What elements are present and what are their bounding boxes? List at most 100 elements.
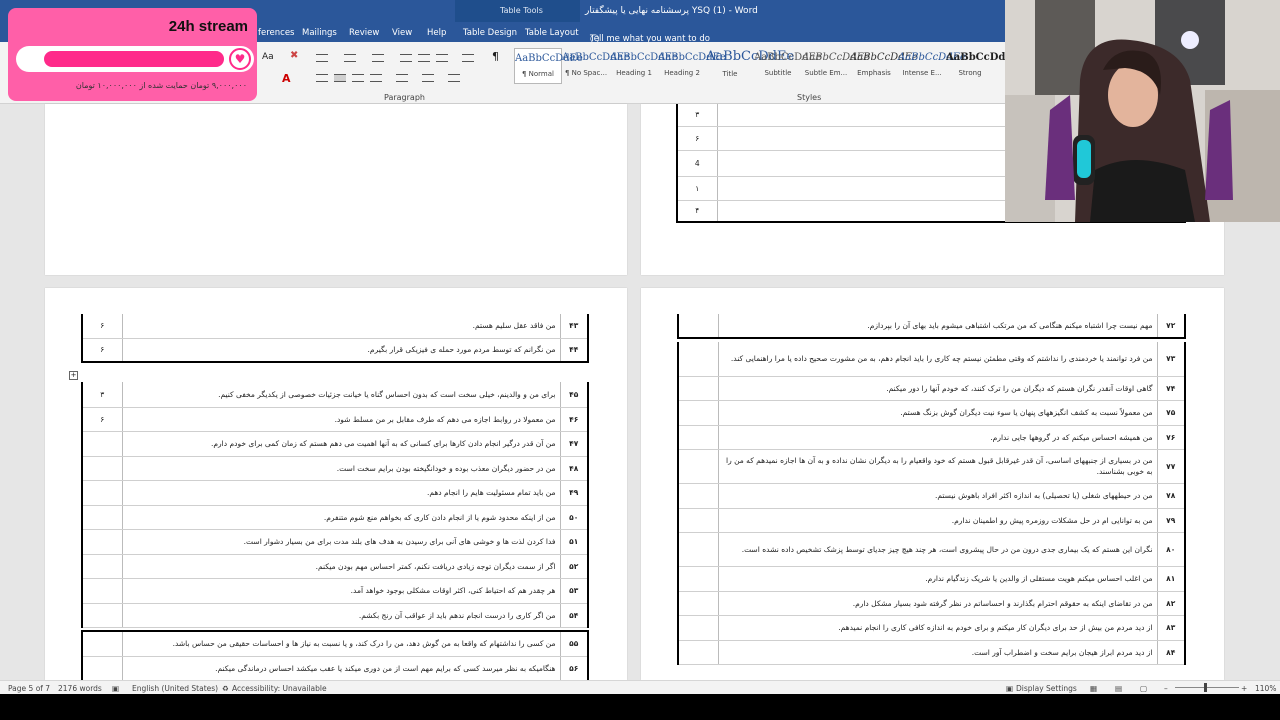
- decrease-indent-icon[interactable]: [400, 54, 412, 62]
- justify-icon[interactable]: [370, 74, 382, 82]
- question-number-cell[interactable]: ۴۶: [559, 407, 589, 432]
- answer-cell[interactable]: ۶: [81, 338, 123, 363]
- style-emphasis[interactable]: AaBbCcDdEe Emphasis: [850, 48, 918, 84]
- font-color-icon[interactable]: A: [282, 72, 291, 85]
- question-text-cell[interactable]: مهم نیست چرا اشتباه میکنم هنگامی که من م…: [718, 314, 1157, 339]
- bullets-icon[interactable]: [316, 54, 328, 62]
- answer-cell[interactable]: [81, 431, 123, 457]
- answer-cell[interactable]: ۳: [676, 104, 718, 127]
- zoom-level[interactable]: 110%: [1255, 684, 1276, 693]
- question-number-cell[interactable]: ۷۴: [1156, 376, 1186, 401]
- question-text-cell[interactable]: من از اینکه محدود شوم یا از انجام دادن ک…: [122, 505, 560, 530]
- borders-icon[interactable]: [448, 74, 460, 82]
- increase-indent-icon[interactable]: [418, 54, 430, 62]
- answer-cell[interactable]: [677, 400, 719, 426]
- style-normal[interactable]: AaBbCcDdEe ¶ Normal: [514, 48, 583, 84]
- question-number-cell[interactable]: ۷۳: [1156, 342, 1186, 377]
- answer-cell[interactable]: ۶: [81, 314, 123, 339]
- question-text-cell[interactable]: من به توانایی ام در حل مشکلات روزمره پیش…: [718, 508, 1157, 533]
- style-strong[interactable]: AaBbCcDdEe Strong: [946, 48, 1019, 84]
- question-text-cell[interactable]: از دید مردم من بیش از حد برای دیگران کار…: [718, 615, 1157, 641]
- question-text-cell[interactable]: نگران این هستم که یک بیماری جدی درون من …: [718, 532, 1157, 567]
- zoom-slider[interactable]: [1175, 687, 1239, 688]
- question-number-cell[interactable]: ۵۳: [559, 578, 589, 604]
- style-heading-1[interactable]: AaBbCcDdEe Heading 1: [610, 48, 678, 84]
- numbering-icon[interactable]: [344, 54, 356, 62]
- answer-cell[interactable]: [81, 529, 123, 555]
- answer-cell[interactable]: [677, 566, 719, 592]
- question-number-cell[interactable]: ۷۲: [1156, 314, 1186, 339]
- pilcrow-icon[interactable]: ¶: [492, 50, 499, 63]
- question-text-cell[interactable]: من کسی را نداشتهام که واقعا به من گوش ده…: [122, 631, 560, 657]
- answer-cell[interactable]: ۱: [676, 176, 718, 201]
- question-number-cell[interactable]: ۴۹: [559, 480, 589, 506]
- zoom-in-icon[interactable]: +: [1241, 684, 1247, 693]
- question-text-cell[interactable]: من در تقاضای اینکه به حقوقم احترام بگذار…: [718, 591, 1157, 616]
- page-count[interactable]: Page 5 of 7: [8, 684, 50, 693]
- question-text-cell[interactable]: من معمولا در روابط اجازه می دهم که طرف م…: [122, 407, 560, 432]
- answer-cell[interactable]: [677, 615, 719, 641]
- align-left-icon[interactable]: [316, 74, 328, 82]
- style-title[interactable]: AaBbCcDdEe Title: [706, 48, 794, 84]
- answer-cell[interactable]: [81, 603, 123, 628]
- question-text-cell[interactable]: فدا کردن لذت ها و خوشی های آنی برای رسید…: [122, 529, 560, 555]
- answer-cell[interactable]: ۳: [81, 382, 123, 408]
- question-number-cell[interactable]: ۵۶: [559, 656, 589, 681]
- line-spacing-icon[interactable]: [396, 74, 408, 82]
- answer-cell[interactable]: [677, 483, 719, 509]
- answer-cell[interactable]: [81, 631, 123, 657]
- answer-cell[interactable]: [677, 376, 719, 401]
- question-text-cell[interactable]: من فاقد عقل سلیم هستم.: [122, 314, 560, 339]
- question-number-cell[interactable]: ۵۲: [559, 554, 589, 579]
- question-text-cell[interactable]: من در بسیاری از جنبههای اساسی، آن قدر غی…: [718, 449, 1157, 484]
- question-number-cell[interactable]: ۴۸: [559, 456, 589, 481]
- question-text-cell[interactable]: برای من و والدینم، خیلی سخت است که بدون …: [122, 382, 560, 408]
- question-number-cell[interactable]: ۴۴: [559, 338, 589, 363]
- display-settings-button[interactable]: Display Settings: [1016, 684, 1077, 693]
- multilevel-list-icon[interactable]: [372, 54, 384, 62]
- style-heading-2[interactable]: AaBbCcDdEe Heading 2: [658, 48, 726, 84]
- answer-cell[interactable]: [81, 480, 123, 506]
- question-number-cell[interactable]: ۷۶: [1156, 425, 1186, 450]
- change-case-button[interactable]: Aa: [262, 52, 274, 62]
- print-layout-icon[interactable]: ▤: [1115, 684, 1122, 693]
- question-number-cell[interactable]: ۴۷: [559, 431, 589, 457]
- answer-cell[interactable]: [81, 578, 123, 604]
- question-text-cell[interactable]: من در حیطههای شغلی (یا تحصیلی) به اندازه…: [718, 483, 1157, 509]
- tab-review[interactable]: Review: [349, 28, 379, 38]
- answer-cell[interactable]: [81, 554, 123, 579]
- question-number-cell[interactable]: ۵۰: [559, 505, 589, 530]
- question-number-cell[interactable]: ۷۷: [1156, 449, 1186, 484]
- question-number-cell[interactable]: ۴۳: [559, 314, 589, 339]
- align-center-icon[interactable]: [334, 74, 346, 82]
- question-number-cell[interactable]: ۷۹: [1156, 508, 1186, 533]
- question-text-cell[interactable]: من نگرانم که توسط مردم مورد حمله ی فیزیک…: [122, 338, 560, 363]
- answer-cell[interactable]: [677, 640, 719, 665]
- question-number-cell[interactable]: ۸۴: [1156, 640, 1186, 665]
- question-number-cell[interactable]: ۸۰: [1156, 532, 1186, 567]
- question-number-cell[interactable]: ۸۳: [1156, 615, 1186, 641]
- style-no-spacing[interactable]: AaBbCcDdEe ¶ No Spac...: [562, 48, 630, 84]
- question-text-cell[interactable]: من اگر کاری را درست انجام ندهم باید از ع…: [122, 603, 560, 628]
- tab-view[interactable]: View: [392, 28, 412, 38]
- answer-cell[interactable]: ۶: [676, 126, 718, 151]
- rtl-icon[interactable]: [436, 54, 448, 62]
- language-indicator[interactable]: English (United States): [132, 684, 218, 693]
- clear-formatting-icon[interactable]: ✖: [290, 50, 298, 61]
- answer-cell[interactable]: [677, 532, 719, 567]
- focus-icon[interactable]: ▦: [1090, 684, 1097, 693]
- answer-cell[interactable]: ۶: [81, 407, 123, 432]
- proofing-icon[interactable]: ▣: [112, 684, 119, 693]
- answer-cell[interactable]: [677, 425, 719, 450]
- question-number-cell[interactable]: ۸۱: [1156, 566, 1186, 592]
- question-number-cell[interactable]: ۷۵: [1156, 400, 1186, 426]
- answer-cell[interactable]: [677, 591, 719, 616]
- web-layout-icon[interactable]: ▢: [1140, 684, 1147, 693]
- question-number-cell[interactable]: ۵۴: [559, 603, 589, 628]
- tab-table-layout[interactable]: Table Layout: [525, 28, 579, 38]
- question-text-cell[interactable]: هنگامیکه به نظر میرسد کسی که برایم مهم ا…: [122, 656, 560, 681]
- question-text-cell[interactable]: من اغلب احساس میکنم هویت مستقلی از والدی…: [718, 566, 1157, 592]
- answer-cell[interactable]: [677, 508, 719, 533]
- question-text-cell[interactable]: گاهی اوقات آنقدر نگران هستم که دیگران من…: [718, 376, 1157, 401]
- accessibility-status[interactable]: Accessibility: Unavailable: [232, 684, 327, 693]
